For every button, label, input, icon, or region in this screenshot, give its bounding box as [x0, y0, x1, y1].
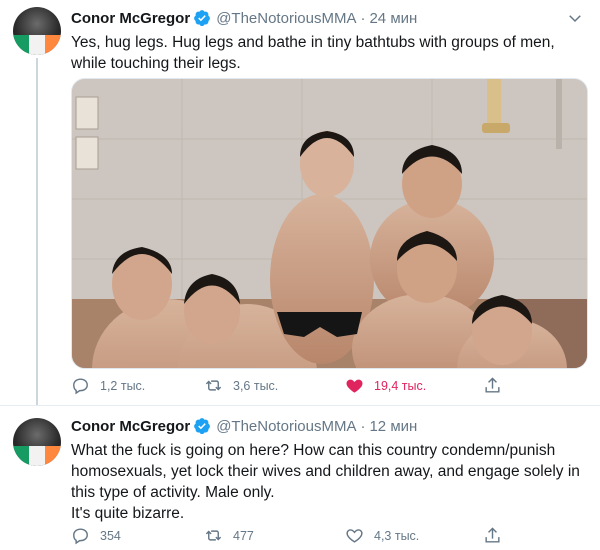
retweet-icon	[205, 530, 222, 541]
tweet-header: Conor McGregor @TheNotoriousMMA · 24 мин	[71, 8, 417, 28]
retweet-count: 3,6 тыс.	[233, 378, 279, 393]
separator-dot: ·	[360, 417, 366, 435]
reply-button[interactable]: 354	[71, 526, 121, 545]
reply-icon	[73, 378, 88, 395]
author-name[interactable]: Conor McGregor	[71, 10, 190, 27]
tweet-photo[interactable]	[71, 78, 588, 369]
author-name[interactable]: Conor McGregor	[71, 418, 190, 435]
tweet-1[interactable]: Conor McGregor @TheNotoriousMMA · 24 мин…	[0, 0, 600, 406]
share-icon	[485, 527, 500, 543]
separator-dot: ·	[360, 9, 366, 27]
tweet-header: Conor McGregor @TheNotoriousMMA · 12 мин	[71, 416, 417, 436]
tweet-2[interactable]: Conor McGregor @TheNotoriousMMA · 12 мин…	[0, 406, 600, 545]
thread-line	[36, 58, 38, 406]
heart-icon	[346, 529, 363, 543]
reply-button[interactable]: 1,2 тыс.	[71, 376, 145, 395]
like-button[interactable]: 4,3 тыс.	[345, 526, 419, 545]
author-avatar[interactable]	[13, 418, 61, 466]
reply-count: 354	[100, 528, 121, 543]
like-count: 19,4 тыс.	[374, 378, 427, 393]
chevron-down-icon[interactable]	[566, 9, 584, 27]
author-handle[interactable]: @TheNotoriousMMA	[216, 418, 356, 435]
photo-of-men-in-bathtub	[72, 79, 587, 368]
retweet-icon	[205, 380, 222, 391]
heart-icon	[346, 379, 363, 393]
tweet-actions: 1,2 тыс. 3,6 тыс. 19,4 тыс.	[71, 376, 511, 400]
retweet-button[interactable]: 477	[204, 526, 254, 545]
share-button[interactable]	[483, 376, 512, 395]
author-avatar[interactable]	[13, 7, 61, 55]
tweet-timestamp[interactable]: 24 мин	[369, 10, 417, 27]
reply-icon	[73, 528, 88, 545]
like-count: 4,3 тыс.	[374, 528, 420, 543]
verified-badge-icon	[194, 418, 211, 435]
share-icon	[485, 377, 500, 393]
retweet-button[interactable]: 3,6 тыс.	[204, 376, 278, 395]
share-button[interactable]	[483, 526, 512, 545]
tweet-text: Yes, hug legs. Hug legs and bathe in tin…	[71, 34, 555, 72]
retweet-count: 477	[233, 528, 254, 543]
tweet-timestamp[interactable]: 12 мин	[369, 418, 417, 435]
author-handle[interactable]: @TheNotoriousMMA	[216, 10, 356, 27]
verified-badge-icon	[194, 10, 211, 27]
reply-count: 1,2 тыс.	[100, 378, 146, 393]
like-button[interactable]: 19,4 тыс.	[345, 376, 426, 395]
tweet-actions: 354 477 4,3 тыс.	[71, 526, 511, 550]
tweet-text: What the fuck is going on here? How can …	[71, 442, 580, 522]
